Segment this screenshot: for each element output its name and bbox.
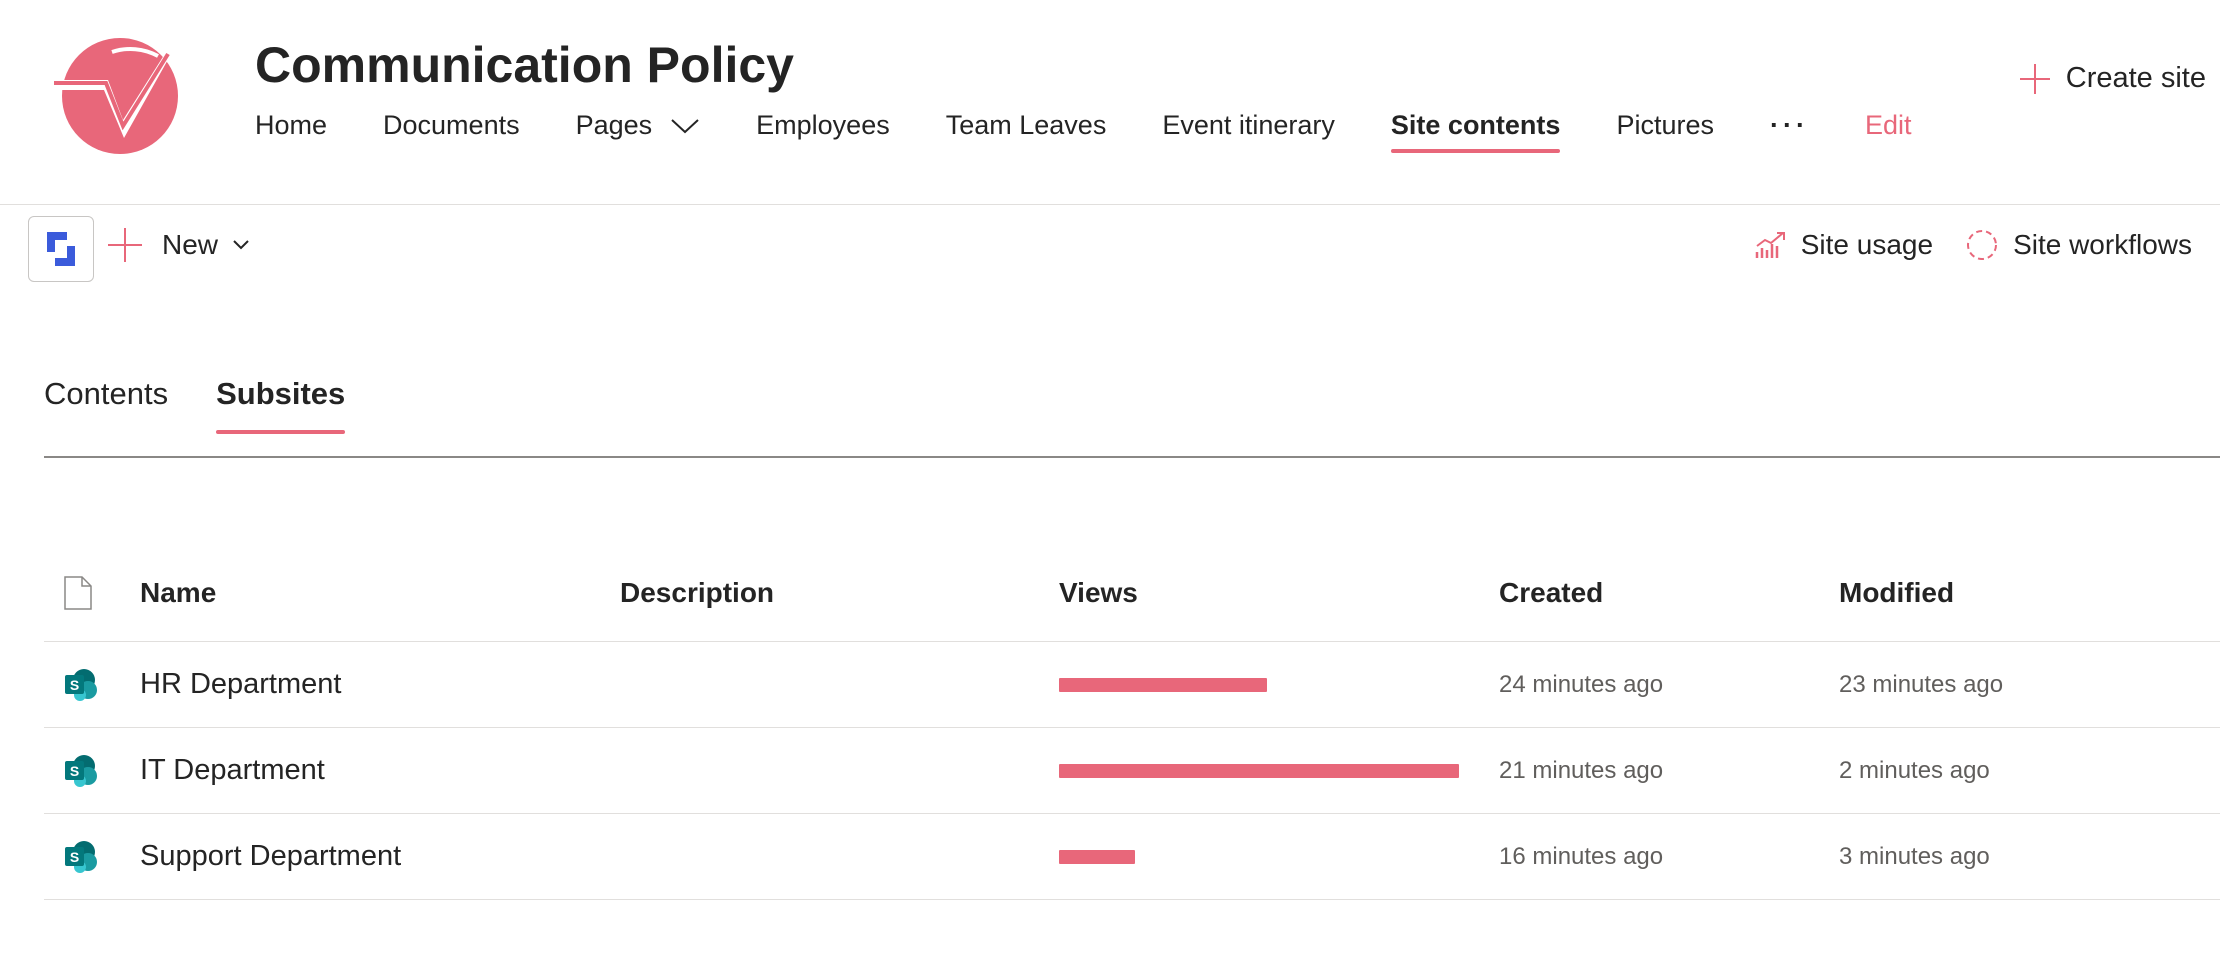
modified-cell: 23 minutes ago xyxy=(1839,670,2004,698)
nav-item-employees[interactable]: Employees xyxy=(756,110,890,153)
views-bar xyxy=(1059,849,1135,864)
created-cell: 24 minutes ago xyxy=(1499,670,1664,698)
tab-subsites[interactable]: Subsites xyxy=(216,372,346,434)
chevron-down-icon xyxy=(233,240,249,250)
content-tabs: Contents Subsites xyxy=(44,372,2220,458)
nav-item-team-leaves[interactable]: Team Leaves xyxy=(946,110,1107,153)
svg-text:S: S xyxy=(70,763,79,779)
views-cell xyxy=(1059,642,1459,727)
nav-label: Site contents xyxy=(1390,110,1561,140)
created-cell: 16 minutes ago xyxy=(1499,842,1664,870)
nav-label: Employees xyxy=(756,110,890,140)
column-header-modified[interactable]: Modified xyxy=(1839,556,1954,641)
more-icon: ··· xyxy=(1769,110,1809,140)
app-logo-icon xyxy=(47,232,75,266)
top-navigation: Home Documents Pages Employees Team Leav… xyxy=(255,110,1968,166)
subsite-name[interactable]: Support Department xyxy=(140,814,401,899)
subsite-name[interactable]: HR Department xyxy=(140,642,341,727)
new-button[interactable]: New xyxy=(108,228,250,262)
nav-label: Event itinerary xyxy=(1162,110,1335,140)
table-row[interactable]: S IT Department 21 minutes ago 2 minutes… xyxy=(44,728,2220,814)
nav-item-pages[interactable]: Pages xyxy=(576,110,701,153)
nav-label: Team Leaves xyxy=(945,110,1107,140)
table-row[interactable]: S Support Department 16 minutes ago 3 mi… xyxy=(44,814,2220,900)
command-bar-right: Site usage Site workflows xyxy=(1723,228,2192,262)
chevron-down-icon[interactable] xyxy=(670,117,700,135)
create-site-button[interactable]: Create site xyxy=(2019,62,2206,95)
nav-item-site-contents[interactable]: Site contents xyxy=(1390,110,1561,153)
subsite-name[interactable]: IT Department xyxy=(140,728,325,813)
column-header-views[interactable]: Views xyxy=(1059,556,1138,641)
workflow-icon xyxy=(1967,230,1998,260)
views-cell xyxy=(1059,728,1459,813)
column-header-description[interactable]: Description xyxy=(620,556,774,641)
plus-icon xyxy=(2019,63,2050,94)
nav-item-pictures[interactable]: Pictures xyxy=(1616,110,1714,153)
nav-edit-link[interactable]: Edit xyxy=(1865,110,1912,153)
svg-text:S: S xyxy=(70,849,79,865)
table-header-row: Name Description Views Created Modified xyxy=(44,556,2220,642)
site-logo[interactable] xyxy=(48,38,198,154)
site-usage-button[interactable]: Site usage xyxy=(1755,229,1933,261)
views-bar xyxy=(1059,677,1267,692)
nav-item-event-itinerary[interactable]: Event itinerary xyxy=(1162,110,1335,153)
site-title[interactable]: Communication Policy xyxy=(255,36,794,94)
tab-contents[interactable]: Contents xyxy=(44,372,168,434)
command-bar: New Site usage Site workflows xyxy=(0,206,2220,296)
subsites-table: Name Description Views Created Modified … xyxy=(44,556,2220,900)
nav-label: Pictures xyxy=(1616,110,1714,140)
views-cell xyxy=(1059,814,1459,899)
svg-text:S: S xyxy=(70,677,79,693)
sharepoint-site-icon: S xyxy=(64,642,98,727)
sharepoint-site-icon: S xyxy=(64,728,98,813)
modified-cell: 3 minutes ago xyxy=(1839,842,1990,870)
file-type-column-header[interactable] xyxy=(64,556,92,641)
column-header-created[interactable]: Created xyxy=(1499,556,1603,641)
document-icon xyxy=(64,575,92,610)
site-workflows-button[interactable]: Site workflows xyxy=(1965,228,2192,262)
site-workflows-label: Site workflows xyxy=(2013,229,2192,260)
nav-label: Pages xyxy=(575,110,653,140)
plus-icon xyxy=(108,228,142,262)
create-site-label: Create site xyxy=(2065,62,2206,94)
nav-more-button[interactable]: ··· xyxy=(1770,110,1809,153)
site-header: Communication Policy Create site Home Do… xyxy=(0,0,2220,205)
new-label: New xyxy=(162,229,219,260)
column-header-name[interactable]: Name xyxy=(140,556,216,641)
created-cell: 21 minutes ago xyxy=(1499,756,1664,784)
nav-item-documents[interactable]: Documents xyxy=(383,110,520,153)
views-bar xyxy=(1059,763,1459,778)
nav-label: Home xyxy=(255,110,328,140)
nav-label: Documents xyxy=(383,110,520,140)
site-usage-label: Site usage xyxy=(1800,229,1934,260)
modified-cell: 2 minutes ago xyxy=(1839,756,1990,784)
app-tile-button[interactable] xyxy=(28,216,94,282)
nav-item-home[interactable]: Home xyxy=(255,110,327,153)
sharepoint-site-icon: S xyxy=(64,814,98,899)
chart-icon xyxy=(1755,232,1785,258)
nav-label: Edit xyxy=(1864,110,1912,140)
table-row[interactable]: S HR Department 24 minutes ago 23 minute… xyxy=(44,642,2220,728)
